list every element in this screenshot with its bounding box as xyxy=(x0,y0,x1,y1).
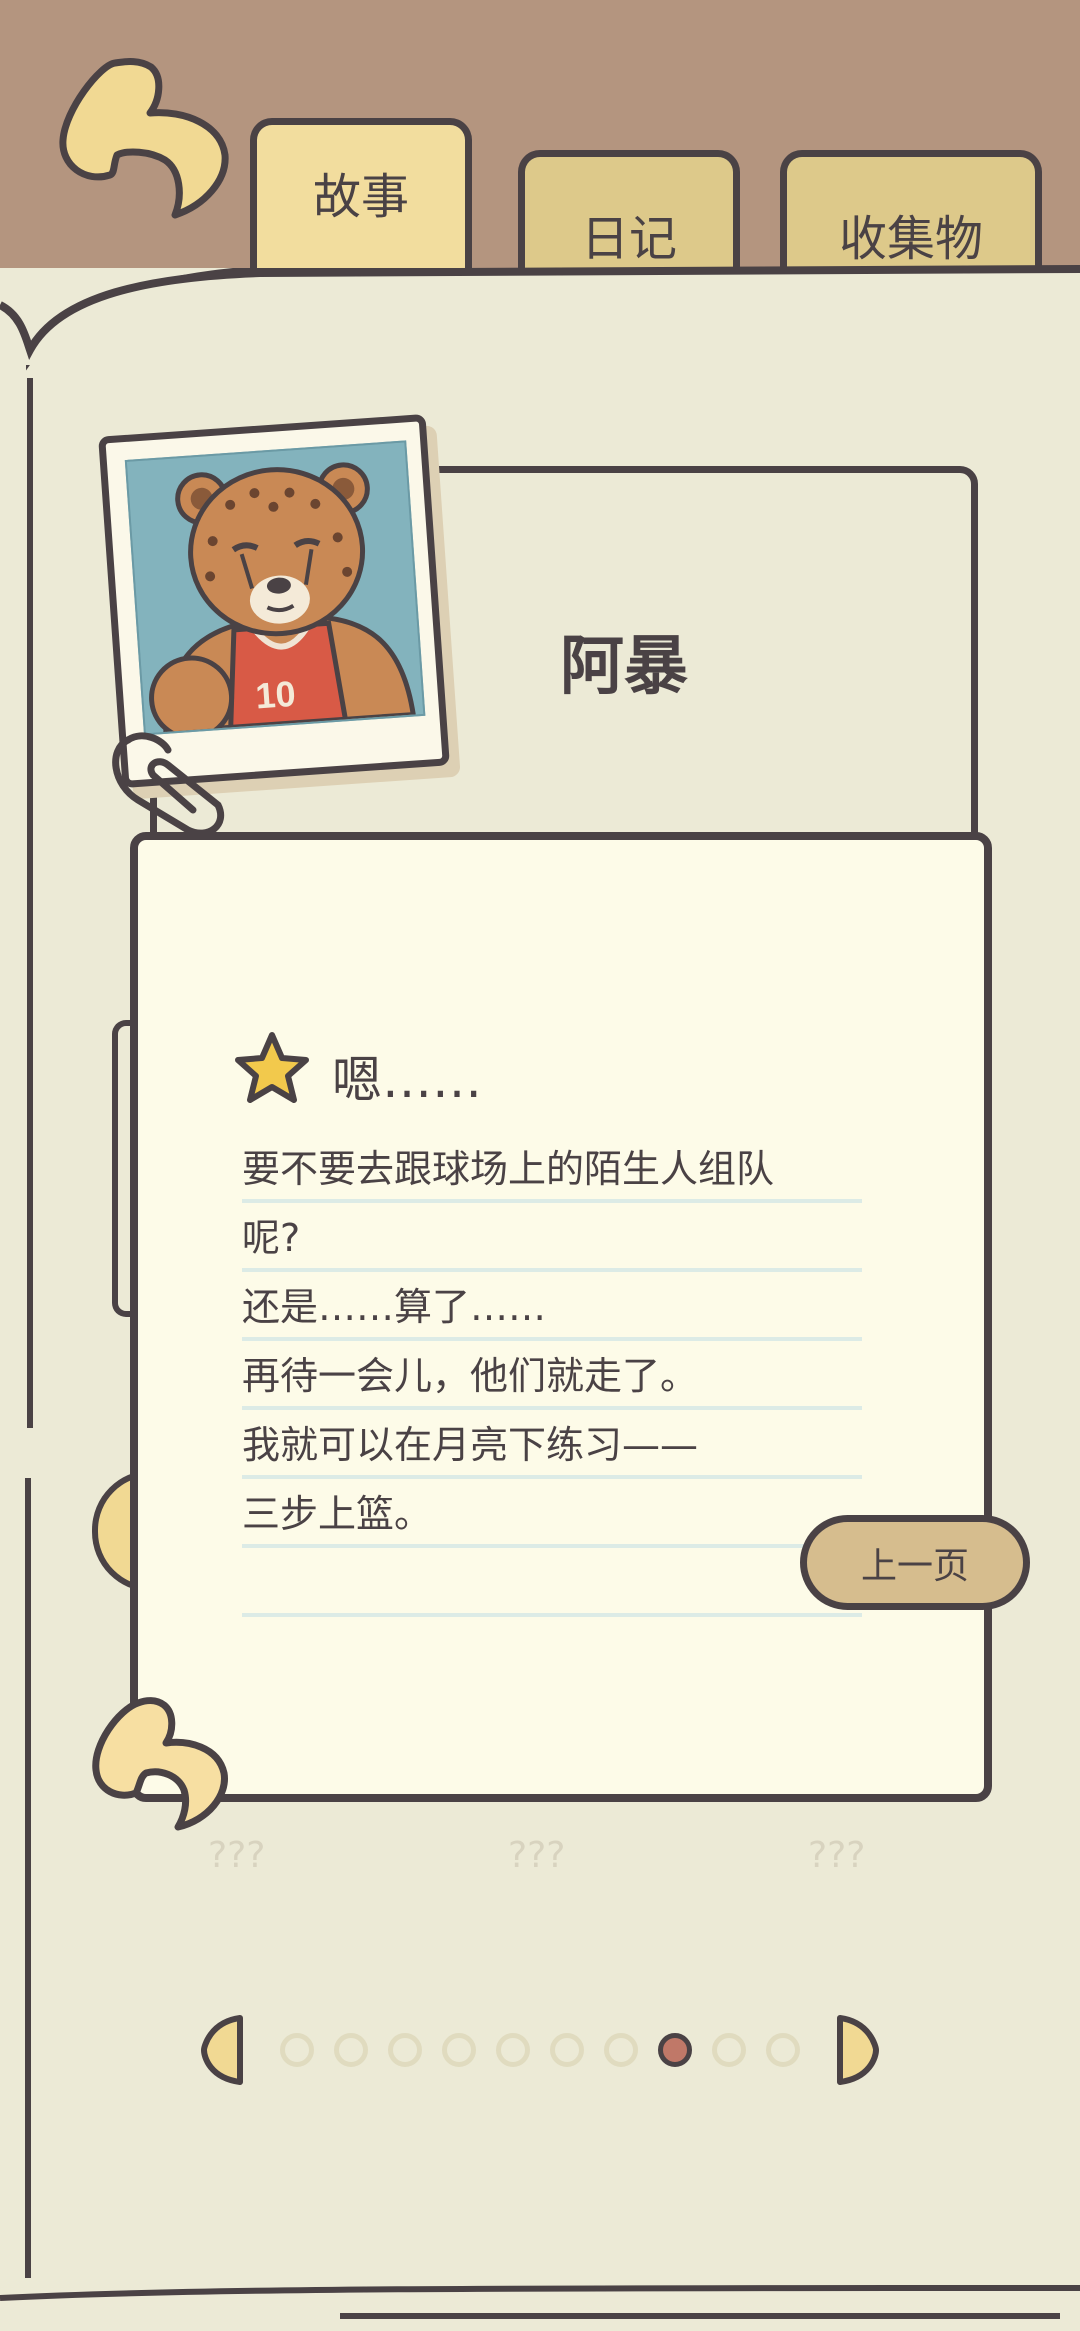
paper-clip-icon xyxy=(112,732,225,837)
back-arrow-icon[interactable] xyxy=(55,55,235,225)
locked-item-label: ??? xyxy=(508,1835,566,1876)
note-line: 我就可以在月亮下练习—— xyxy=(242,1411,862,1479)
locked-item-label: ??? xyxy=(208,1835,266,1876)
page-dot[interactable] xyxy=(604,2033,638,2067)
note-line: 呢? xyxy=(242,1204,862,1272)
cheetah-portrait: 10 xyxy=(124,440,426,736)
note-line: 三步上篮。 xyxy=(242,1480,862,1548)
note-title: 嗯…… xyxy=(332,1051,482,1109)
page-dot[interactable] xyxy=(280,2033,314,2067)
page-edge xyxy=(0,265,1080,365)
star-icon xyxy=(235,1032,309,1103)
note-line-empty xyxy=(242,1549,862,1617)
chevron-right-icon[interactable] xyxy=(830,2012,880,2088)
jersey-number: 10 xyxy=(254,673,297,717)
locked-item-label: ??? xyxy=(808,1835,866,1876)
page-dot[interactable] xyxy=(334,2033,368,2067)
page-dot[interactable] xyxy=(388,2033,422,2067)
page-dot[interactable] xyxy=(550,2033,584,2067)
page-dot[interactable] xyxy=(766,2033,800,2067)
previous-page-button[interactable]: 上一页 xyxy=(800,1515,1030,1610)
previous-page-label: 上一页 xyxy=(860,1545,969,1587)
note-line: 还是……算了…… xyxy=(242,1273,862,1341)
note-line: 要不要去跟球场上的陌生人组队 xyxy=(242,1135,862,1203)
chevron-left-icon[interactable] xyxy=(200,2012,250,2088)
note-back-icon[interactable] xyxy=(88,1695,238,1835)
note-line: 再待一会儿，他们就走了。 xyxy=(242,1342,862,1410)
page-dot[interactable] xyxy=(442,2033,476,2067)
tab-story-label: 故事 xyxy=(312,168,409,225)
page-dot-active[interactable] xyxy=(658,2033,692,2067)
page-dot[interactable] xyxy=(712,2033,746,2067)
character-name: 阿暴 xyxy=(560,630,688,704)
page-dot[interactable] xyxy=(496,2033,530,2067)
